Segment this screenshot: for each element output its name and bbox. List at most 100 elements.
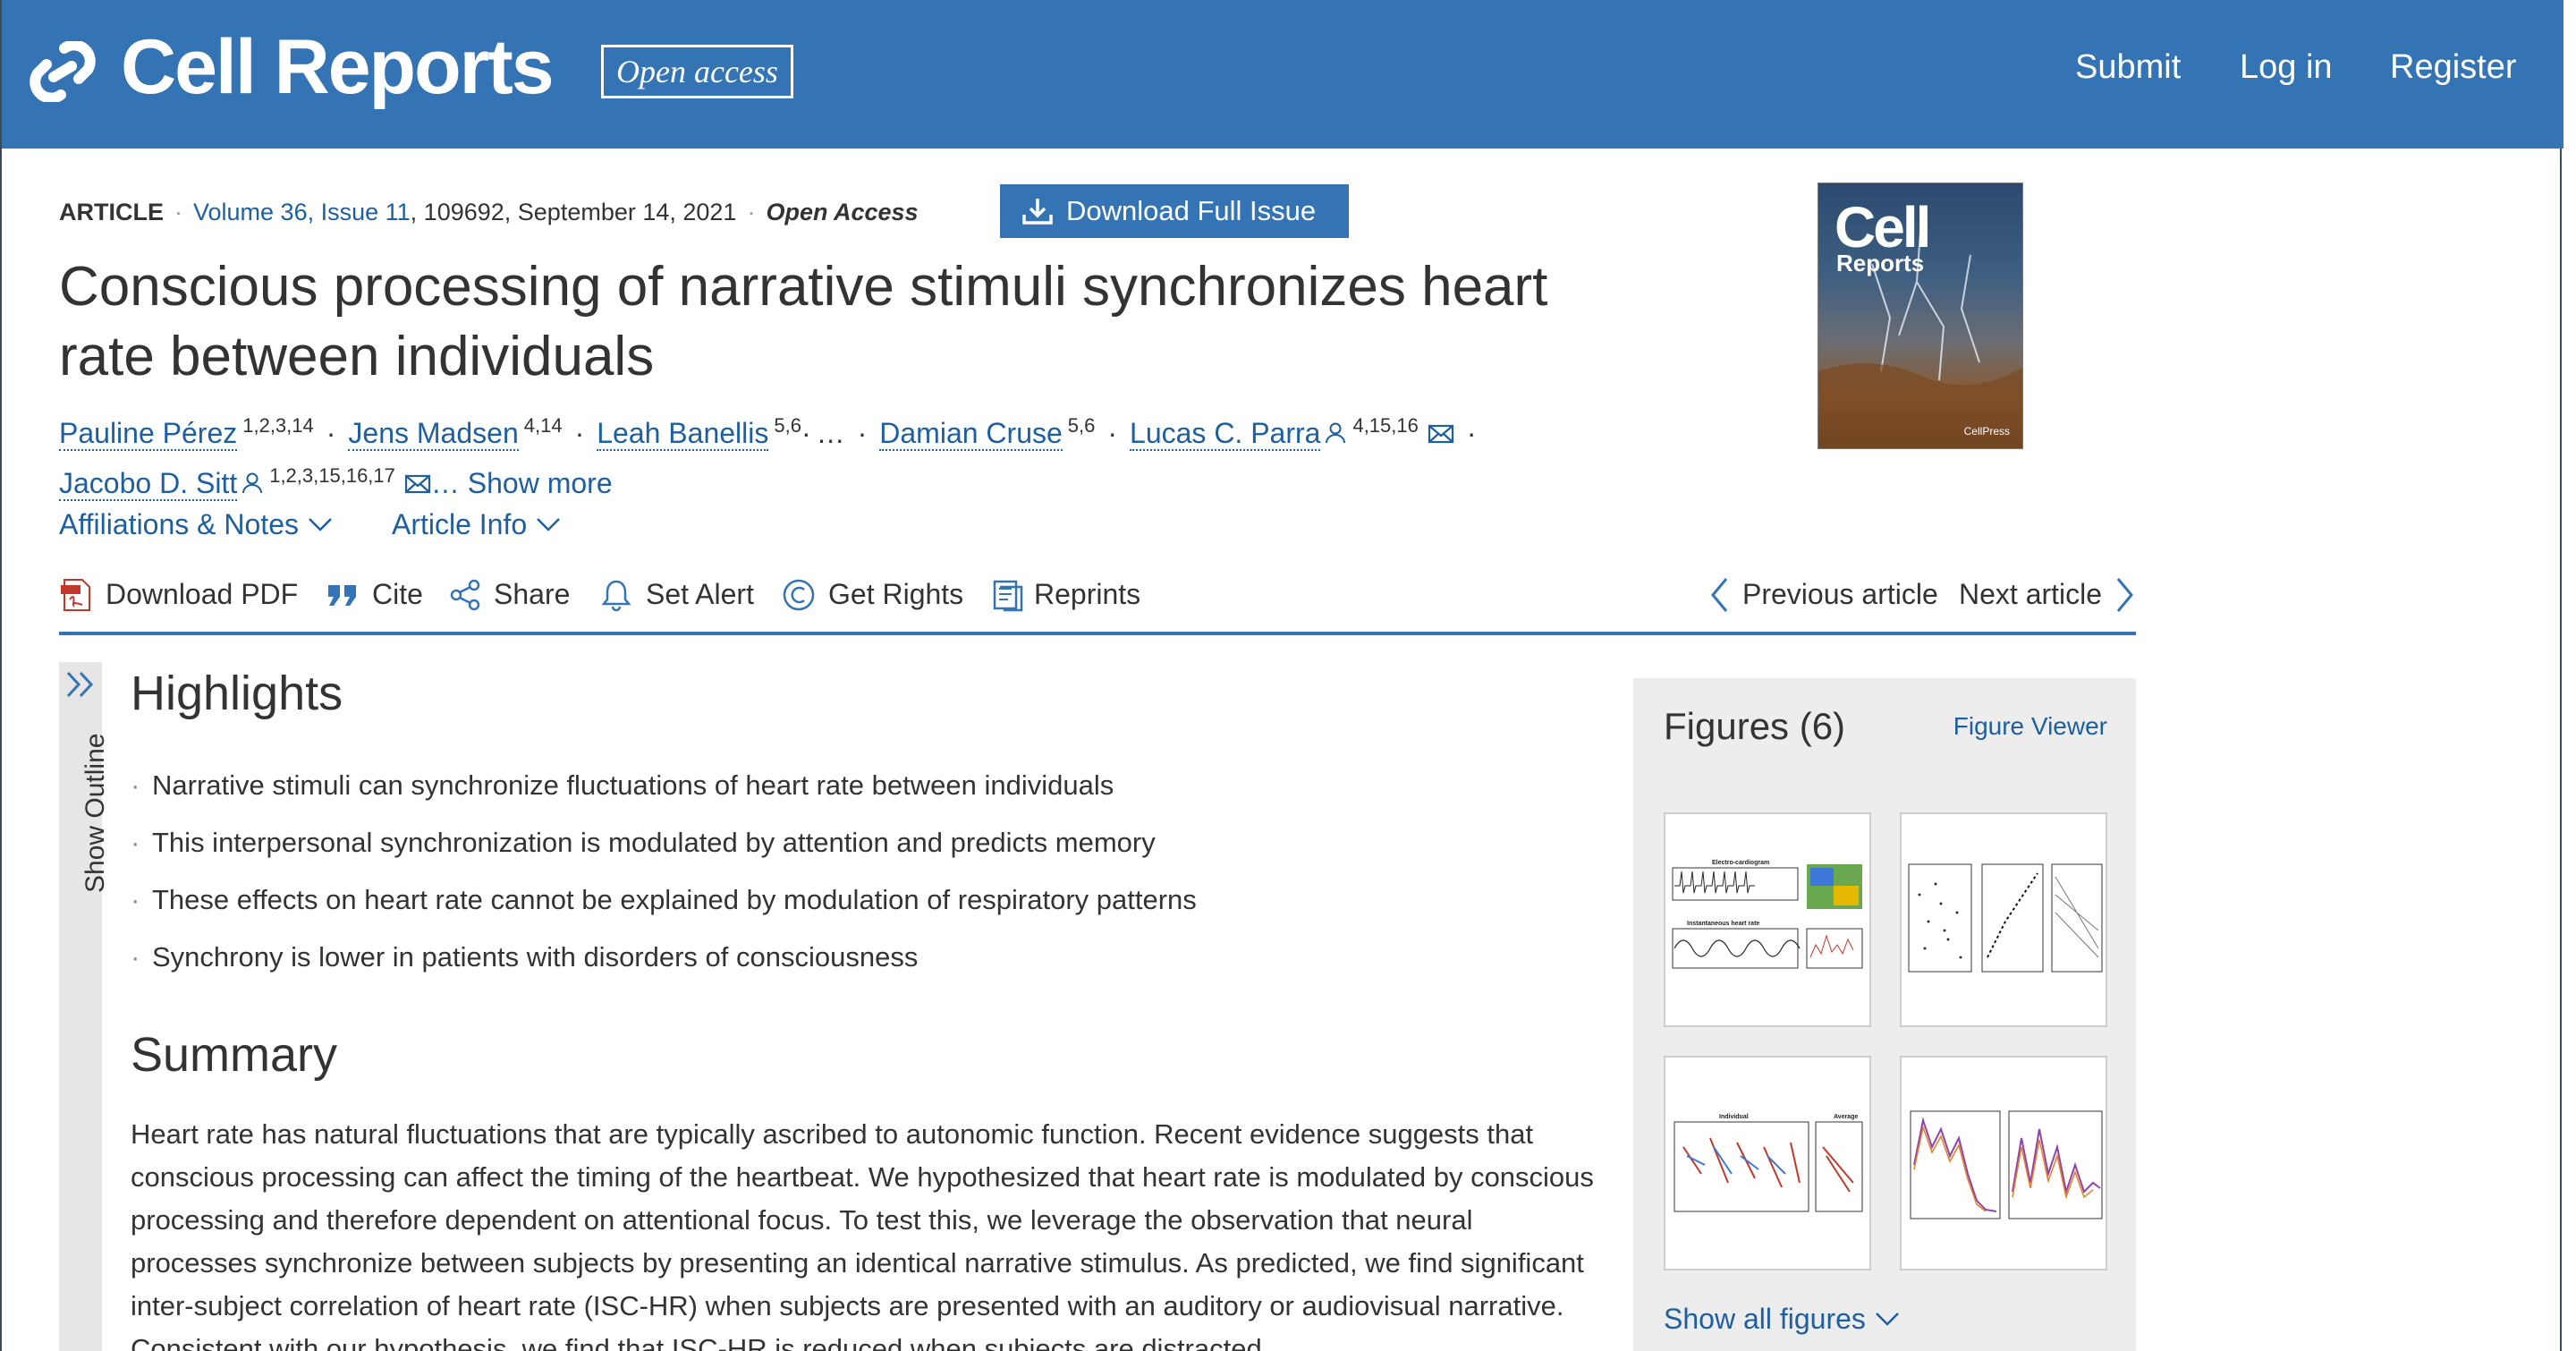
- reprints-icon: [993, 580, 1023, 612]
- person-icon: [1326, 422, 1346, 444]
- double-chevron-right-icon: [66, 671, 94, 698]
- article-info-toggle[interactable]: Article Info: [392, 508, 561, 540]
- highlight-item: This interpersonal synchronization is mo…: [131, 814, 1562, 871]
- figure-thumbnail[interactable]: [1900, 1056, 2107, 1270]
- author-separator: ·: [1466, 417, 1477, 449]
- page-frame: Cell Reports Open access Submit Log in R…: [0, 0, 2563, 1351]
- article-info-label: Article Info: [391, 508, 528, 540]
- affiliations-notes-toggle[interactable]: Affiliations & Notes: [59, 508, 333, 540]
- meta-separator: ·: [747, 199, 756, 225]
- figure-3-thumbnail-image: Individual Average: [1674, 1114, 1863, 1212]
- author-separator: ·: [857, 417, 868, 449]
- cover-publisher: CellPress: [1963, 425, 2010, 438]
- download-icon: [1022, 199, 1053, 225]
- author-separator: ·: [574, 417, 585, 449]
- article-type: ARTICLE: [59, 199, 164, 225]
- pdf-icon: [61, 579, 90, 611]
- thumbnail-caption: Electro-cardiogram: [1712, 860, 1769, 866]
- show-outline-label: Show Outline: [80, 733, 110, 893]
- meta-separator: ·: [174, 199, 182, 225]
- thumbnail-caption: Instantaneous heart rate: [1687, 921, 1759, 927]
- author-affiliation-sup: 5,6: [1067, 414, 1096, 437]
- summary-heading: Summary: [131, 1028, 338, 1082]
- journal-cover-image[interactable]: Cell Reports CellPress: [1818, 183, 2023, 449]
- article-meta: ARTICLE · Volume 36, Issue 11, 109692, Sep…: [59, 199, 919, 226]
- download-pdf-label: Download PDF: [106, 578, 299, 610]
- email-icon[interactable]: [1428, 422, 1454, 446]
- author-link[interactable]: Pauline Pérez: [59, 417, 238, 451]
- brand-title[interactable]: Cell Reports: [121, 23, 555, 112]
- share-button[interactable]: Share: [449, 573, 570, 616]
- figure-4-thumbnail-image: [1910, 1110, 2103, 1219]
- show-more-authors-button[interactable]: … Show more: [431, 467, 613, 499]
- show-all-figures-button[interactable]: Show all figures: [1664, 1303, 1900, 1336]
- set-alert-button[interactable]: Set Alert: [599, 573, 754, 616]
- highlights-heading: Highlights: [131, 667, 343, 720]
- author-separator: ·: [326, 417, 336, 449]
- figure-thumbnail[interactable]: Individual Average: [1664, 1056, 1871, 1270]
- author-affiliation-sup: 4,14: [523, 414, 563, 437]
- download-full-issue-button[interactable]: Download Full Issue: [1000, 184, 1349, 238]
- author-affiliation-sup: 1,2,3,14: [242, 414, 314, 437]
- site-header: Cell Reports Open access Submit Log in R…: [2, 0, 2563, 149]
- figure-thumbnail[interactable]: Electro-cardiogram Instantaneous heart r…: [1664, 812, 1871, 1027]
- open-access-label: Open Access: [766, 199, 919, 225]
- open-access-badge: Open access: [601, 45, 793, 98]
- author-separator: ·: [1107, 417, 1118, 449]
- chevron-down-icon: [309, 518, 332, 531]
- author-link[interactable]: Lucas C. Parra: [1130, 417, 1321, 451]
- summary-text: Heart rate has natural fluctuations that…: [131, 1118, 1594, 1351]
- author-link[interactable]: Damian Cruse: [879, 417, 1063, 451]
- next-article-link[interactable]: Next article: [1959, 573, 2133, 616]
- article-id-date: , 109692, September 14, 2021: [410, 199, 737, 225]
- chevron-right-icon: [2116, 578, 2133, 612]
- submit-link[interactable]: Submit: [2075, 48, 2181, 87]
- author-link[interactable]: Leah Banellis: [597, 417, 769, 451]
- chevron-down-icon: [1876, 1313, 1899, 1326]
- author-link[interactable]: Jens Madsen: [348, 417, 519, 451]
- chevron-left-icon: [1711, 578, 1728, 612]
- download-full-issue-label: Download Full Issue: [1066, 195, 1317, 226]
- author-link[interactable]: Jacobo D. Sitt: [59, 467, 238, 501]
- highlight-item: Narrative stimuli can synchronize fluctu…: [131, 757, 1562, 814]
- author-affiliation-sup: 5,6: [774, 414, 801, 437]
- author-affiliation-sup: 1,2,3,15,16,17: [269, 464, 395, 487]
- figure-thumbnail[interactable]: [1900, 812, 2107, 1027]
- download-pdf-button[interactable]: Download PDF: [59, 573, 298, 616]
- article-toolbar: Download PDF Cite Share Set Alert Get Ri…: [59, 573, 2136, 635]
- share-icon: [450, 579, 480, 611]
- register-link[interactable]: Register: [2390, 48, 2517, 87]
- reprints-button[interactable]: Reprints: [991, 573, 1140, 616]
- highlight-item: These effects on heart rate cannot be ex…: [131, 871, 1562, 929]
- cite-button[interactable]: Cite: [326, 573, 423, 616]
- bell-icon: [601, 580, 631, 612]
- previous-article-label: Previous article: [1742, 578, 1938, 610]
- highlight-item: Synchrony is lower in patients with diso…: [131, 929, 1562, 986]
- author-affiliation-sup: 4,15,16: [1352, 414, 1419, 437]
- figures-title: Figures (6): [1664, 705, 1846, 747]
- person-icon: [242, 472, 263, 494]
- affiliations-notes-label: Affiliations & Notes: [59, 508, 299, 540]
- show-all-figures-label: Show all figures: [1664, 1303, 1866, 1335]
- cell-logo-icon[interactable]: [29, 41, 97, 102]
- get-rights-button[interactable]: Get Rights: [782, 573, 963, 616]
- volume-issue-link[interactable]: Volume 36, Issue 11: [193, 199, 411, 225]
- highlights-list: Narrative stimuli can synchronize fluctu…: [131, 757, 1562, 986]
- author-ellipsis: …: [816, 417, 845, 449]
- next-article-label: Next article: [1959, 578, 2103, 610]
- show-outline-toggle[interactable]: Show Outline: [59, 662, 110, 1351]
- figure-viewer-link[interactable]: Figure Viewer: [1953, 712, 2107, 741]
- author-list: Pauline Pérez 1,2,3,14 · Jens Madsen 4,14 · Le…: [59, 404, 1580, 505]
- cover-subtitle: Reports: [1836, 250, 1925, 276]
- thumbnail-caption: Individual: [1719, 1114, 1749, 1120]
- email-icon[interactable]: [404, 472, 431, 496]
- article-title: Conscious processing of narrative stimul…: [59, 256, 1548, 387]
- figure-2-thumbnail-image: [1908, 863, 2103, 973]
- login-link[interactable]: Log in: [2240, 48, 2333, 87]
- previous-article-link[interactable]: Previous article: [1708, 573, 1938, 616]
- figures-panel: Figures (6) Figure Viewer Electro-cardio…: [1633, 678, 2136, 1351]
- author-separator: ·: [801, 417, 811, 449]
- copyright-icon: [783, 579, 815, 611]
- thumbnail-caption: Average: [1834, 1114, 1858, 1120]
- article-dropdowns: Affiliations & Notes Article Info: [59, 508, 620, 541]
